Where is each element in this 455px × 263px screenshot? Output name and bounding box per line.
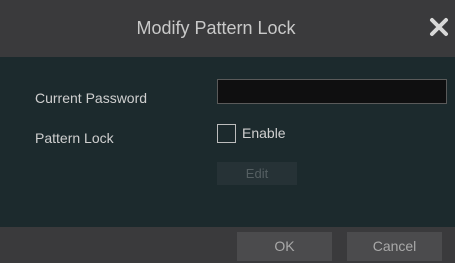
dialog-footer: OK Cancel	[0, 227, 455, 263]
ok-button[interactable]: OK	[237, 232, 332, 261]
dialog-titlebar: Modify Pattern Lock	[0, 0, 455, 57]
enable-checkbox[interactable]	[217, 124, 236, 143]
close-icon[interactable]	[427, 15, 451, 39]
enable-checkbox-label[interactable]: Enable	[242, 124, 286, 143]
modify-pattern-lock-dialog: Modify Pattern Lock Current Password Pat…	[0, 0, 455, 263]
edit-button[interactable]: Edit	[217, 162, 297, 185]
dialog-body: Current Password Pattern Lock Enable Edi…	[0, 57, 455, 227]
dialog-title: Modify Pattern Lock	[136, 18, 296, 38]
current-password-label: Current Password	[35, 90, 148, 106]
current-password-input[interactable]	[217, 79, 447, 104]
pattern-lock-label: Pattern Lock	[35, 130, 114, 146]
cancel-button[interactable]: Cancel	[347, 232, 442, 261]
